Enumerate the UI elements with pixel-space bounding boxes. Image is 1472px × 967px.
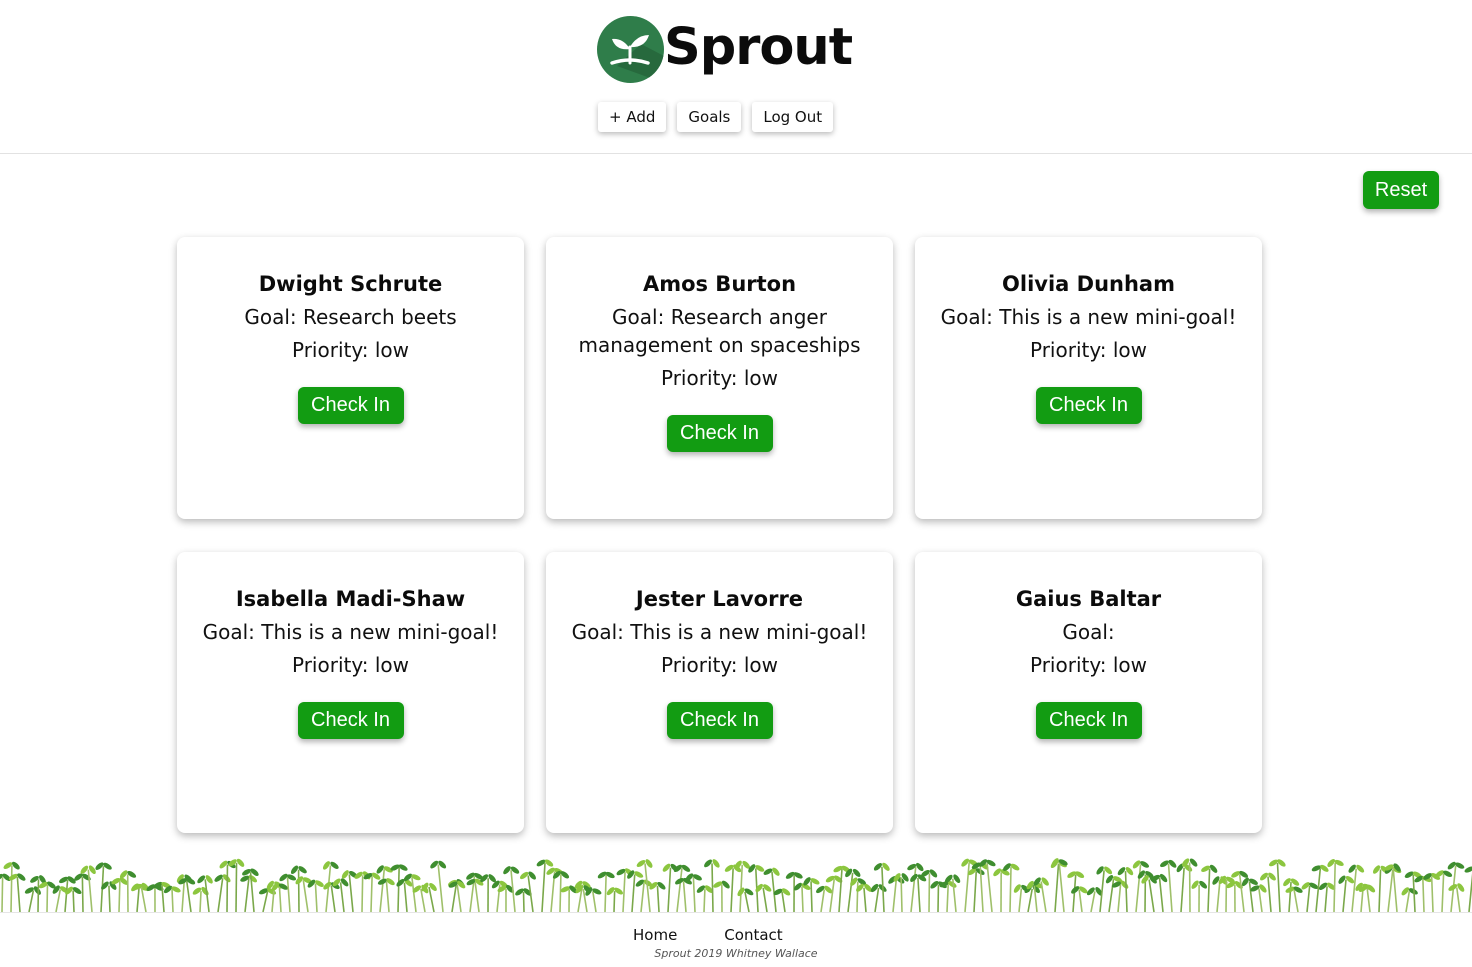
site-header: Sprout + Add Goals Log Out [0,0,1472,154]
footer-home-link[interactable]: Home [633,926,677,944]
goal-card-grid: Dwight Schrute Goal: Research beets Prio… [177,237,1262,833]
card-name: Isabella Madi-Shaw [235,587,466,611]
goals-button[interactable]: Goals [677,102,742,132]
goal-card: Olivia Dunham Goal: This is a new mini-g… [915,237,1262,519]
card-goal: Goal: This is a new mini-goal! [202,620,499,644]
sprout-icon [597,15,664,83]
card-name: Olivia Dunham [1002,272,1175,296]
sprout-border-decoration [0,858,1472,913]
check-in-button[interactable]: Check In [1035,702,1142,739]
card-name: Amos Burton [642,272,797,296]
brand[interactable]: Sprout [597,15,853,83]
card-priority: Priority: low [661,366,778,390]
card-priority: Priority: low [1030,338,1147,362]
footer-credit: Sprout 2019 Whitney Wallace [654,947,818,960]
reset-button[interactable]: Reset [1363,171,1439,209]
brand-name: Sprout [664,17,853,77]
card-goal: Goal: Research beets [244,305,457,329]
logout-button[interactable]: Log Out [752,102,834,132]
footer-nav: Home Contact [633,926,783,944]
footer-divider [0,912,1472,913]
goal-card: Dwight Schrute Goal: Research beets Prio… [177,237,524,519]
check-in-button[interactable]: Check In [297,387,404,424]
card-priority: Priority: low [292,653,409,677]
card-priority: Priority: low [661,653,778,677]
card-goal: Goal: Research anger management on space… [578,305,861,357]
check-in-button[interactable]: Check In [666,702,773,739]
card-name: Dwight Schrute [258,272,443,296]
card-goal: Goal: [1062,620,1115,644]
goal-card: Jester Lavorre Goal: This is a new mini-… [546,552,893,833]
goal-card: Gaius Baltar Goal: Priority: low Check I… [915,552,1262,833]
check-in-button[interactable]: Check In [1035,387,1142,424]
card-priority: Priority: low [292,338,409,362]
footer-contact-link[interactable]: Contact [724,926,782,944]
card-goal: Goal: This is a new mini-goal! [571,620,868,644]
check-in-button[interactable]: Check In [297,702,404,739]
check-in-button[interactable]: Check In [666,415,773,452]
add-button[interactable]: + Add [598,102,667,132]
main-nav: + Add Goals Log Out [598,102,834,132]
goal-card: Isabella Madi-Shaw Goal: This is a new m… [177,552,524,833]
card-name: Jester Lavorre [635,587,804,611]
card-priority: Priority: low [1030,653,1147,677]
card-goal: Goal: This is a new mini-goal! [940,305,1237,329]
goal-card: Amos Burton Goal: Research anger managem… [546,237,893,519]
card-name: Gaius Baltar [1015,587,1162,611]
